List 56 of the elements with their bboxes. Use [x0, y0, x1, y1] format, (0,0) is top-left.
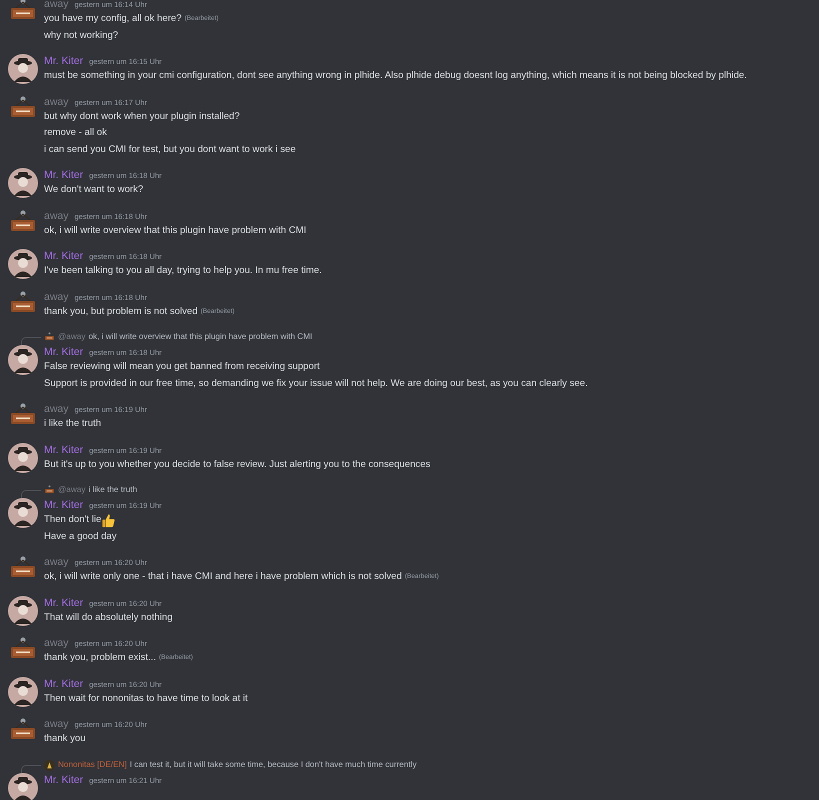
author-name[interactable]: Mr. Kiter: [44, 676, 84, 690]
message-text: i like the truth: [44, 417, 102, 431]
author-name[interactable]: Mr. Kiter: [44, 596, 84, 610]
avatar-icon: [8, 772, 38, 800]
author-name[interactable]: away: [44, 555, 69, 569]
avatar-icon: [8, 168, 38, 198]
message-text: thank you: [44, 732, 86, 746]
author-name[interactable]: away: [44, 208, 69, 222]
reply-author: @away: [58, 331, 86, 344]
sign-icon: [44, 485, 55, 496]
author-name[interactable]: Mr. Kiter: [44, 249, 84, 263]
author-name[interactable]: away: [44, 94, 69, 108]
message-text: False reviewing will mean you get banned from receiving support: [44, 360, 320, 374]
message-text: remove - all ok: [44, 126, 107, 140]
avatar-icon: [44, 760, 55, 770]
avatar-icon: [8, 54, 38, 84]
message-text: i can send you CMI for test, but you dont want to work i see: [44, 142, 296, 156]
avatar-icon: [8, 345, 38, 375]
message-text: We don't want to work?: [44, 183, 144, 197]
message-text: ok, i will write only one - that i have CMI and here i have problem which is not solved: [44, 570, 402, 584]
message-text: must be something in your cmi configuration, dont see anything wrong in plhide. Also plhide debug doesnt log anything, which means it is not being blocked by plhide.: [44, 69, 747, 83]
message-text: ok, i will write overview that this plugin have problem with CMI: [44, 224, 306, 238]
avatar-icon: [8, 596, 38, 626]
author-name[interactable]: away: [44, 0, 69, 11]
author-name[interactable]: away: [44, 636, 69, 650]
reply-text: i like the truth: [88, 484, 138, 496]
message-text: but why dont work when your plugin installed?: [44, 110, 240, 124]
author-name[interactable]: Mr. Kiter: [44, 772, 84, 786]
sign-icon: [44, 332, 55, 343]
message-text: Then don't lie: [44, 513, 102, 527]
message-text: thank you, but problem is not solved: [44, 304, 198, 318]
reply-text: I can test it, but it will take some time, because I don't have much time currently: [130, 758, 417, 771]
message-text: thank you, problem exist...: [44, 651, 156, 665]
author-name[interactable]: away: [44, 402, 69, 416]
author-name[interactable]: Mr. Kiter: [44, 442, 84, 456]
message-text: you have my config, all ok here?: [44, 12, 182, 26]
author-name[interactable]: Mr. Kiter: [44, 345, 84, 359]
message-text: But it's up to you whether you decide to false review. Just alerting you to the consequences: [44, 458, 430, 472]
message-text: Support is provided in our free time, so demanding we fix your issue will not help. We are doing our best, as you can clearly see.: [44, 376, 588, 390]
message-text: Have a good day: [44, 530, 117, 544]
author-name[interactable]: Mr. Kiter: [44, 168, 84, 182]
author-name[interactable]: Mr. Kiter: [44, 54, 84, 68]
avatar-icon: [8, 498, 38, 528]
author-name[interactable]: away: [44, 717, 69, 731]
author-name[interactable]: away: [44, 290, 69, 304]
message-text: I've been talking to you all day, trying to help you. In mu free time.: [44, 264, 322, 278]
reply-author: Nononitas [DE/EN]: [58, 758, 127, 771]
avatar-icon: [8, 249, 38, 279]
reply-text: ok, i will write overview that this plugin have problem with CMI: [88, 331, 312, 344]
message-text: Then wait for nononitas to have time to look at it: [44, 692, 248, 706]
avatar-icon: [8, 676, 38, 706]
reply-author: @away: [58, 484, 86, 496]
author-name[interactable]: Mr. Kiter: [44, 498, 84, 512]
avatar-icon: [8, 442, 38, 472]
message-text: why not working?: [44, 28, 118, 42]
message-text: That will do absolutely nothing: [44, 610, 173, 624]
